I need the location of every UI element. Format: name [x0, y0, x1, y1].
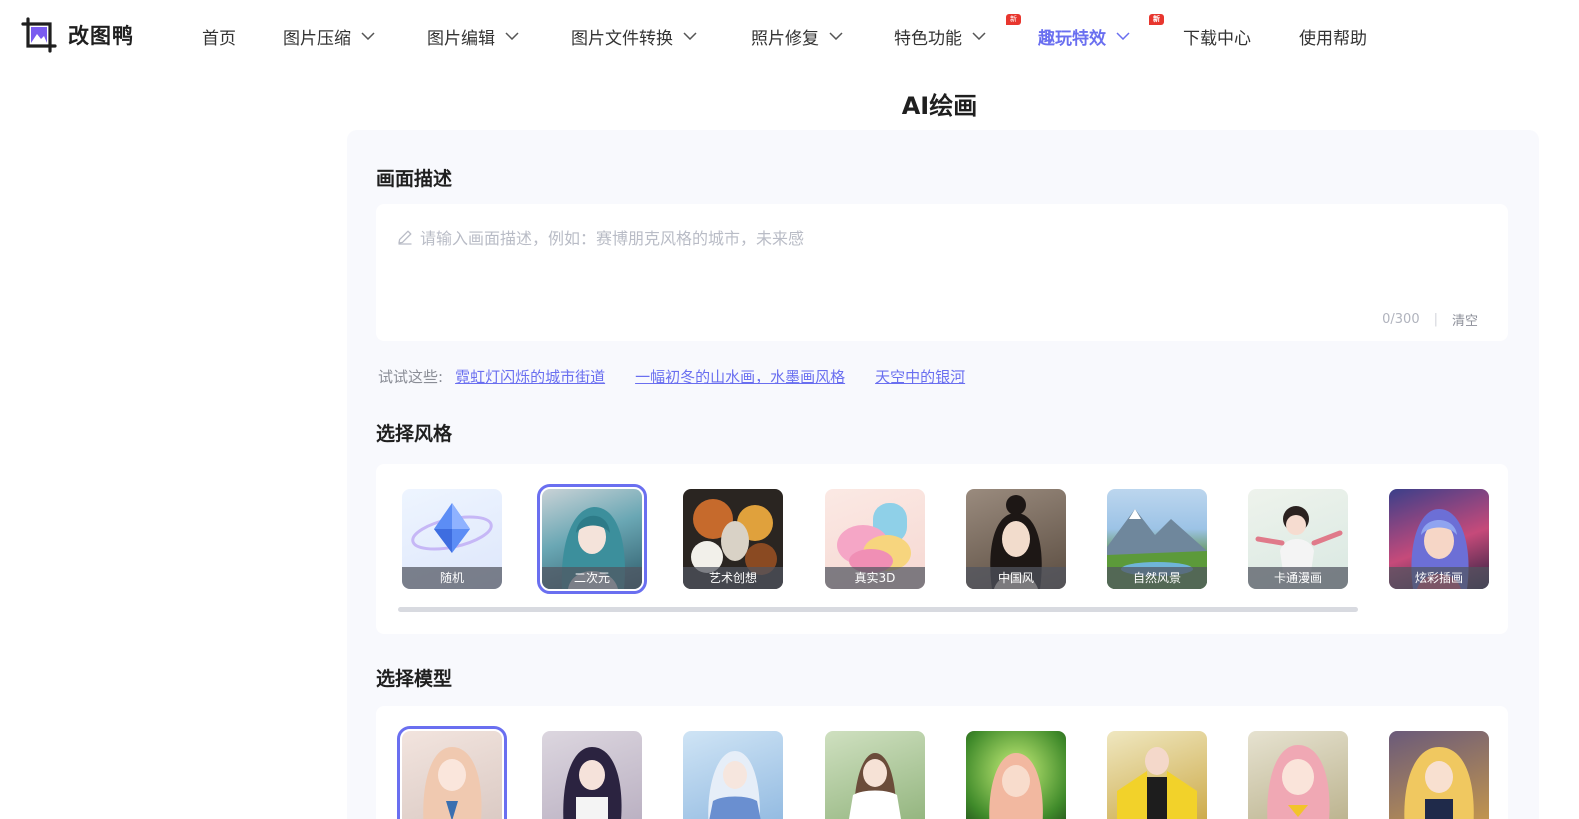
style-label: 二次元 — [542, 567, 642, 589]
nav-item-label: 图片编辑 — [427, 28, 495, 49]
style-card-anime[interactable]: 二次元 — [537, 484, 647, 594]
nav-item-label: 趣玩特效 — [1038, 28, 1106, 49]
model-preview-image — [989, 753, 1043, 819]
top-nav: 改图鸭 首页 图片压缩 图片编辑 图片文件转换 照片修复 特色功能 新 趣玩特效… — [0, 0, 1579, 72]
model-card[interactable] — [1107, 731, 1207, 819]
nav-item-fun-effects[interactable]: 趣玩特效 新 — [1038, 14, 1164, 50]
chevron-down-icon — [361, 32, 375, 40]
chevron-down-icon — [505, 32, 519, 40]
style-label: 卡通漫画 — [1248, 567, 1348, 589]
description-input[interactable]: 请输入画面描述，例如：赛博朋克风格的城市，未来感 0/300 | 清空 — [376, 204, 1508, 341]
style-label: 中国风 — [966, 567, 1066, 589]
nav-item-download[interactable]: 下载中心 — [1183, 22, 1251, 50]
new-badge: 新 — [1006, 14, 1021, 25]
nav-item-compress[interactable]: 图片压缩 — [283, 22, 375, 50]
description-title: 画面描述 — [376, 168, 453, 190]
chevron-down-icon — [1116, 32, 1130, 40]
style-title: 选择风格 — [376, 423, 453, 445]
logo-icon — [20, 16, 58, 54]
style-card-random[interactable]: 随机 — [402, 489, 502, 589]
style-list: 随机 二次元 艺术创想 真实3D 中国风 自然风景 卡通漫画 炫彩插画 — [376, 464, 1508, 634]
model-card[interactable] — [1248, 731, 1348, 819]
suggestion-link[interactable]: 一幅初冬的山水画，水墨画风格 — [635, 366, 845, 387]
description-placeholder: 请输入画面描述，例如：赛博朋克风格的城市，未来感 — [396, 225, 804, 249]
nav-item-features[interactable]: 特色功能 新 — [894, 14, 1021, 50]
model-preview-image — [849, 753, 901, 819]
divider: | — [1433, 312, 1438, 327]
model-preview-image — [563, 747, 622, 819]
nav-item-home[interactable]: 首页 — [202, 22, 236, 50]
suggestion-link[interactable]: 天空中的银河 — [875, 366, 965, 387]
nav-item-label: 图片压缩 — [283, 28, 351, 49]
style-card-art[interactable]: 艺术创想 — [683, 489, 783, 589]
model-preview-image — [1404, 747, 1474, 819]
brand-logo[interactable]: 改图鸭 — [20, 16, 134, 54]
suggestions: 试试这些: 霓虹灯闪烁的城市街道 一幅初冬的山水画，水墨画风格 天空中的银河 — [378, 366, 995, 387]
style-label: 炫彩插画 — [1389, 567, 1489, 589]
nav-item-label: 特色功能 — [894, 28, 962, 49]
model-card[interactable] — [1389, 731, 1489, 819]
nav-item-label: 首页 — [202, 28, 236, 49]
model-card[interactable] — [397, 726, 507, 819]
new-badge: 新 — [1149, 14, 1164, 25]
nav-item-label: 图片文件转换 — [571, 28, 673, 49]
brand-name: 改图鸭 — [68, 24, 134, 48]
suggestion-link[interactable]: 霓虹灯闪烁的城市街道 — [455, 366, 605, 387]
model-preview-image — [1267, 745, 1330, 819]
nav-item-label: 照片修复 — [751, 28, 819, 49]
model-list — [376, 706, 1508, 819]
style-label: 随机 — [402, 567, 502, 589]
nav-item-label: 下载中心 — [1183, 28, 1251, 49]
nav-item-label: 使用帮助 — [1299, 28, 1367, 49]
pencil-icon — [396, 228, 414, 246]
chevron-down-icon — [972, 32, 986, 40]
model-title: 选择模型 — [376, 668, 453, 690]
style-card-nature[interactable]: 自然风景 — [1107, 489, 1207, 589]
style-card-colorful[interactable]: 炫彩插画 — [1389, 489, 1489, 589]
placeholder-text: 请输入画面描述，例如：赛博朋克风格的城市，未来感 — [420, 229, 805, 248]
model-preview-image — [423, 747, 482, 819]
model-card[interactable] — [825, 731, 925, 819]
chevron-down-icon — [829, 32, 843, 40]
style-label: 自然风景 — [1107, 567, 1207, 589]
style-card-cartoon[interactable]: 卡通漫画 — [1248, 489, 1348, 589]
model-card[interactable] — [542, 731, 642, 819]
model-card[interactable] — [683, 731, 783, 819]
model-preview-image — [708, 751, 761, 819]
chevron-down-icon — [683, 32, 697, 40]
horizontal-scrollbar[interactable] — [398, 607, 1358, 612]
model-card[interactable] — [966, 731, 1066, 819]
clear-button[interactable]: 清空 — [1452, 310, 1478, 329]
nav-item-convert[interactable]: 图片文件转换 — [571, 22, 697, 50]
nav-item-edit[interactable]: 图片编辑 — [427, 22, 519, 50]
char-count: 0/300 — [1382, 312, 1420, 327]
suggestions-label: 试试这些: — [378, 368, 444, 386]
model-preview-image — [1117, 747, 1197, 819]
char-counter: 0/300 | 清空 — [1382, 310, 1478, 329]
style-card-3d[interactable]: 真实3D — [825, 489, 925, 589]
nav-item-help[interactable]: 使用帮助 — [1299, 22, 1367, 50]
page-title: AI绘画 — [901, 92, 978, 120]
style-label: 艺术创想 — [683, 567, 783, 589]
style-label: 真实3D — [825, 567, 925, 589]
nav-item-repair[interactable]: 照片修复 — [751, 22, 843, 50]
style-card-chinese[interactable]: 中国风 — [966, 489, 1066, 589]
